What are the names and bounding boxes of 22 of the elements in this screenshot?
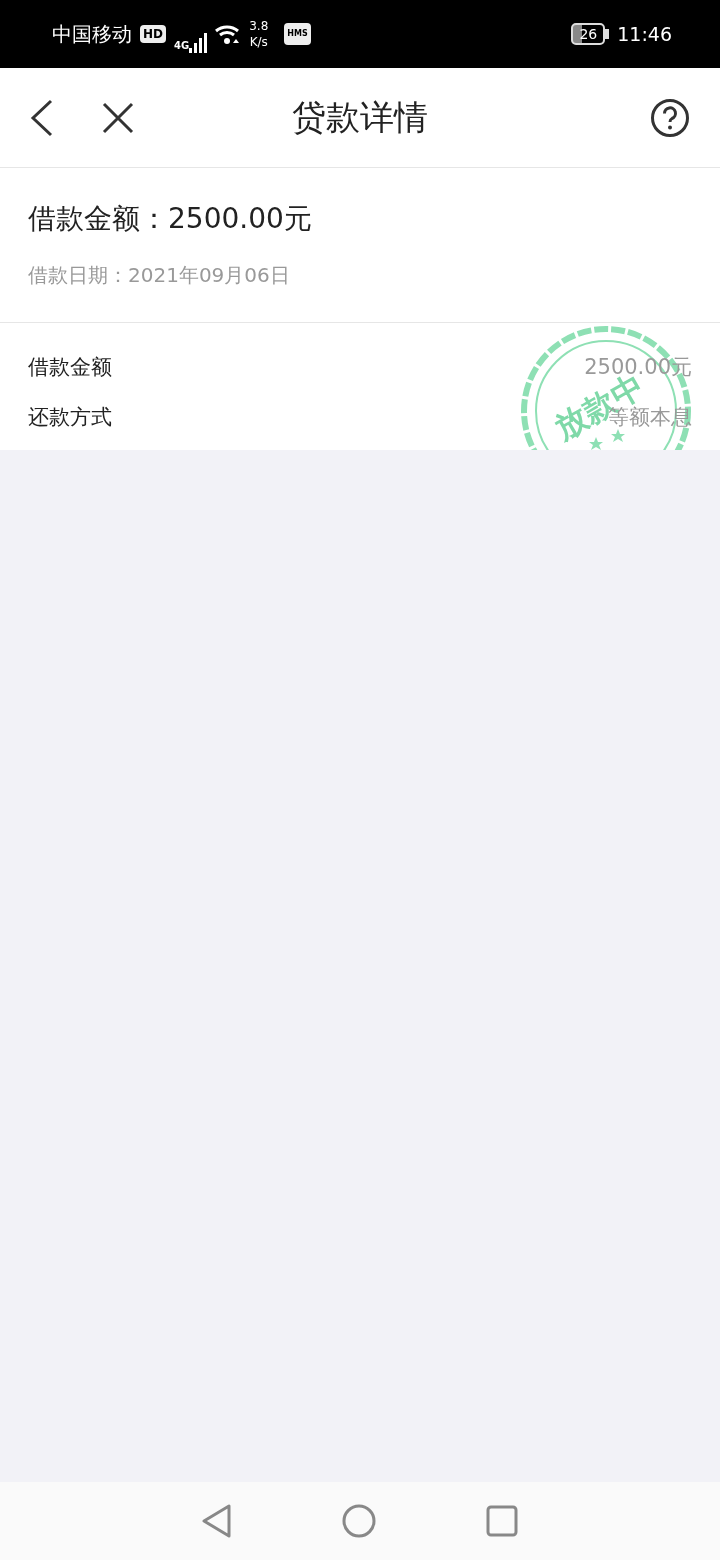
network-type: 4G — [174, 38, 190, 53]
home-nav-button[interactable] — [342, 1504, 376, 1538]
recents-nav-button[interactable] — [486, 1505, 518, 1537]
wifi-icon — [215, 23, 242, 45]
carrier-name: 中国移动 — [52, 21, 132, 48]
signal-icon — [189, 32, 208, 53]
loan-amount-heading: 借款金额：2500.00元 — [28, 201, 313, 237]
close-button[interactable] — [102, 101, 134, 134]
battery-tip-icon — [605, 29, 610, 39]
speed-unit: K/s — [249, 34, 269, 50]
help-button[interactable] — [650, 97, 690, 138]
detail-label: 还款方式 — [28, 404, 112, 432]
battery-level: 26 — [571, 23, 606, 45]
page-title: 贷款详情 — [291, 96, 429, 139]
hms-badge: HMS — [284, 23, 311, 45]
detail-label: 借款金额 — [28, 354, 112, 382]
back-nav-button[interactable] — [202, 1504, 232, 1538]
hd-badge: HD — [140, 25, 166, 43]
network-speed: 3.8 — [249, 18, 269, 34]
back-button[interactable] — [30, 98, 54, 137]
clock: 11:46 — [617, 21, 672, 47]
loan-date: 借款日期：2021年09月06日 — [28, 262, 291, 289]
